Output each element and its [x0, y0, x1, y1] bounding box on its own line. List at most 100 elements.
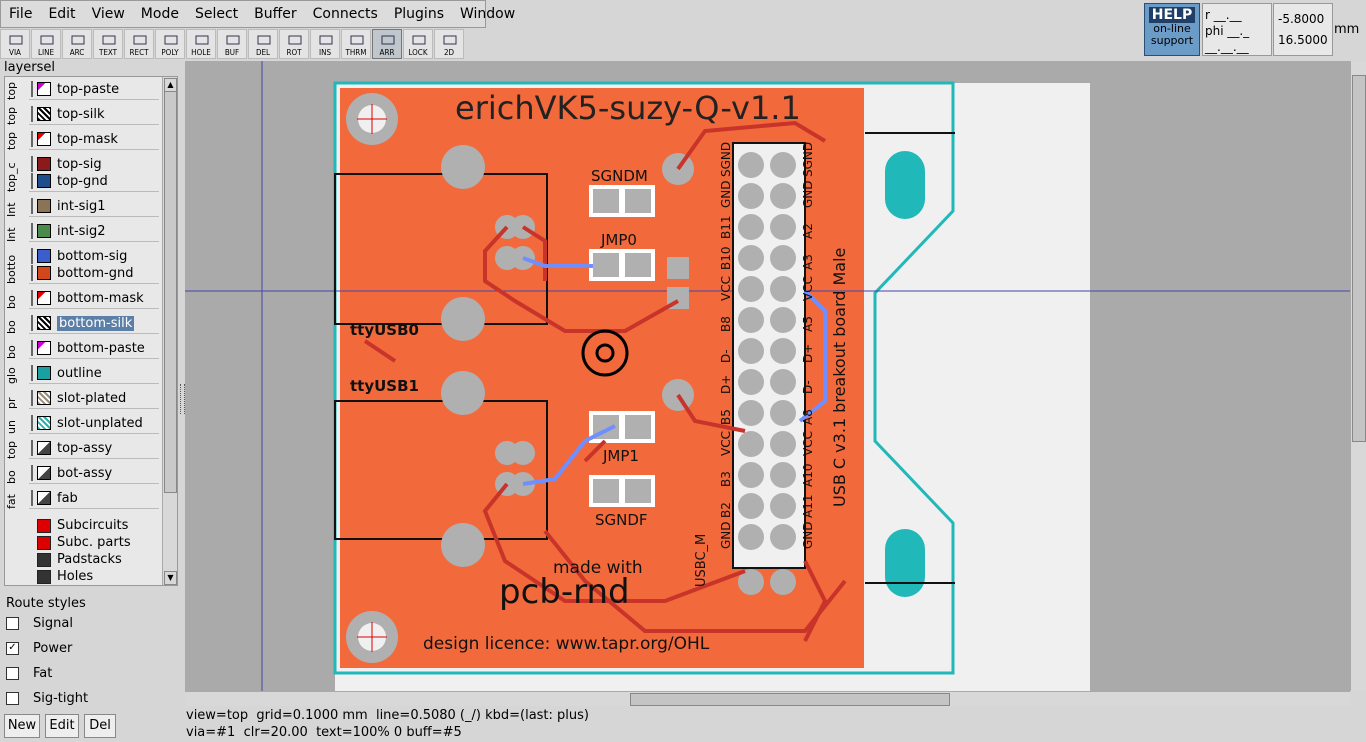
- route-style-signal[interactable]: Signal: [6, 613, 73, 633]
- layer-group-tab[interactable]: glo: [5, 363, 27, 384]
- scroll-up-arrow[interactable]: ▲: [164, 78, 177, 92]
- menu-edit[interactable]: Edit: [40, 1, 83, 27]
- layer-label[interactable]: bottom-paste: [57, 341, 145, 356]
- layer-group-tab[interactable]: top: [5, 104, 27, 125]
- layer-visibility-toggle[interactable]: [31, 198, 33, 214]
- layer-row-bottom-mask[interactable]: bottom-mask: [31, 288, 144, 308]
- layer-group-tab[interactable]: un: [5, 413, 27, 434]
- route-new-button[interactable]: New: [4, 714, 40, 738]
- layer-group-tab[interactable]: botto: [5, 246, 27, 284]
- route-del-button[interactable]: Del: [84, 714, 116, 738]
- layer-visibility-toggle[interactable]: [31, 290, 33, 306]
- tool-del[interactable]: DEL: [248, 29, 278, 59]
- layer-visibility-toggle[interactable]: [31, 315, 33, 331]
- layer-label[interactable]: bot-assy: [57, 466, 112, 481]
- tool-ins[interactable]: INS: [310, 29, 340, 59]
- layer-label[interactable]: int-sig2: [57, 224, 106, 239]
- layer-visibility-toggle[interactable]: [31, 440, 33, 456]
- misc-swatch[interactable]: [37, 552, 51, 567]
- misc-row[interactable]: Pstk. marks: [33, 585, 133, 586]
- layer-group-tab[interactable]: fat: [5, 488, 27, 509]
- layer-color-swatch[interactable]: [37, 174, 51, 188]
- scroll-down-arrow[interactable]: ▼: [164, 571, 177, 585]
- checkbox[interactable]: ✓: [6, 641, 19, 655]
- layer-group-tab[interactable]: bo: [5, 463, 27, 484]
- menu-select[interactable]: Select: [187, 1, 246, 27]
- layer-row-int-sig2[interactable]: int-sig2: [31, 221, 106, 241]
- misc-row[interactable]: Subc. parts: [33, 534, 131, 551]
- misc-swatch[interactable]: [37, 518, 51, 533]
- layer-visibility-toggle[interactable]: [31, 465, 33, 481]
- tool-arc[interactable]: ARC: [62, 29, 92, 59]
- layer-label[interactable]: top-gnd: [57, 174, 108, 189]
- layer-color-swatch[interactable]: [37, 441, 51, 455]
- tool-text[interactable]: TEXT: [93, 29, 123, 59]
- layer-row-slot-plated[interactable]: slot-plated: [31, 388, 126, 408]
- layer-visibility-toggle[interactable]: [31, 173, 33, 189]
- layer-visibility-toggle[interactable]: [31, 365, 33, 381]
- layer-label[interactable]: bottom-silk: [57, 315, 135, 331]
- layer-visibility-toggle[interactable]: [31, 156, 33, 172]
- layer-color-swatch[interactable]: [37, 366, 51, 380]
- layer-visibility-toggle[interactable]: [31, 415, 33, 431]
- layer-label[interactable]: top-paste: [57, 82, 119, 97]
- layer-color-swatch[interactable]: [37, 82, 51, 96]
- layer-color-swatch[interactable]: [37, 341, 51, 355]
- help-button[interactable]: HELP on-line support: [1144, 3, 1200, 56]
- route-style-power[interactable]: ✓ Power: [6, 638, 72, 658]
- menu-connects[interactable]: Connects: [305, 1, 386, 27]
- layer-color-swatch[interactable]: [37, 266, 51, 280]
- layer-group-tab[interactable]: bo: [5, 313, 27, 334]
- layer-row-bottom-silk[interactable]: bottom-silk: [31, 313, 135, 333]
- tool-rot[interactable]: ROT: [279, 29, 309, 59]
- layer-row-bottom-gnd[interactable]: bottom-gnd: [31, 263, 133, 283]
- layer-row-top-mask[interactable]: top-mask: [31, 129, 118, 149]
- canvas-vscrollbar[interactable]: [1350, 61, 1366, 691]
- layer-label[interactable]: fab: [57, 491, 78, 506]
- tool-thrm[interactable]: THRM: [341, 29, 371, 59]
- layer-visibility-toggle[interactable]: [31, 390, 33, 406]
- tool-lock[interactable]: LOCK: [403, 29, 433, 59]
- pcb-canvas[interactable]: erichVK5-suzy-Q-v1.1 SGNDM JMP0 JMP1 SGN…: [185, 61, 1350, 691]
- layer-label[interactable]: bottom-gnd: [57, 266, 133, 281]
- checkbox[interactable]: [6, 691, 19, 705]
- layer-group-tab[interactable]: Int: [5, 196, 27, 217]
- layer-row-slot-unplated[interactable]: slot-unplated: [31, 413, 143, 433]
- layer-row-top-gnd[interactable]: top-gnd: [31, 171, 108, 191]
- layer-group-tab[interactable]: top: [5, 438, 27, 459]
- tool-hole[interactable]: HOLE: [186, 29, 216, 59]
- layer-row-bot-assy[interactable]: bot-assy: [31, 463, 112, 483]
- layer-label[interactable]: top-silk: [57, 107, 105, 122]
- hscroll-thumb[interactable]: [630, 693, 950, 706]
- misc-swatch[interactable]: [37, 535, 51, 550]
- tool-rect[interactable]: RECT: [124, 29, 154, 59]
- layer-color-swatch[interactable]: [37, 132, 51, 146]
- layer-color-swatch[interactable]: [37, 249, 51, 263]
- layer-scroll-thumb[interactable]: [164, 91, 177, 493]
- tool-line[interactable]: LINE: [31, 29, 61, 59]
- layer-group-tab[interactable]: top: [5, 79, 27, 100]
- menu-file[interactable]: File: [1, 1, 40, 27]
- layer-row-top-assy[interactable]: top-assy: [31, 438, 112, 458]
- layer-color-swatch[interactable]: [37, 316, 51, 330]
- layer-label[interactable]: top-sig: [57, 157, 102, 172]
- layer-label[interactable]: top-assy: [57, 441, 112, 456]
- layer-color-swatch[interactable]: [37, 157, 51, 171]
- layer-label[interactable]: int-sig1: [57, 199, 106, 214]
- tool-poly[interactable]: POLY: [155, 29, 185, 59]
- layer-label[interactable]: outline: [57, 366, 102, 381]
- checkbox[interactable]: [6, 616, 19, 630]
- layer-color-swatch[interactable]: [37, 199, 51, 213]
- misc-row[interactable]: Padstacks: [33, 551, 122, 568]
- layer-group-tab[interactable]: top_c: [5, 154, 27, 192]
- route-style-fat[interactable]: Fat: [6, 663, 52, 683]
- unit-toggle[interactable]: mm: [1334, 22, 1359, 37]
- layer-group-tab[interactable]: pr: [5, 388, 27, 409]
- layer-group-tab[interactable]: top: [5, 129, 27, 150]
- tool-2d[interactable]: 2D: [434, 29, 464, 59]
- layer-label[interactable]: bottom-sig: [57, 249, 127, 264]
- tool-arr[interactable]: ARR: [372, 29, 402, 59]
- route-edit-button[interactable]: Edit: [45, 714, 79, 738]
- layer-visibility-toggle[interactable]: [31, 340, 33, 356]
- menu-plugins[interactable]: Plugins: [386, 1, 452, 27]
